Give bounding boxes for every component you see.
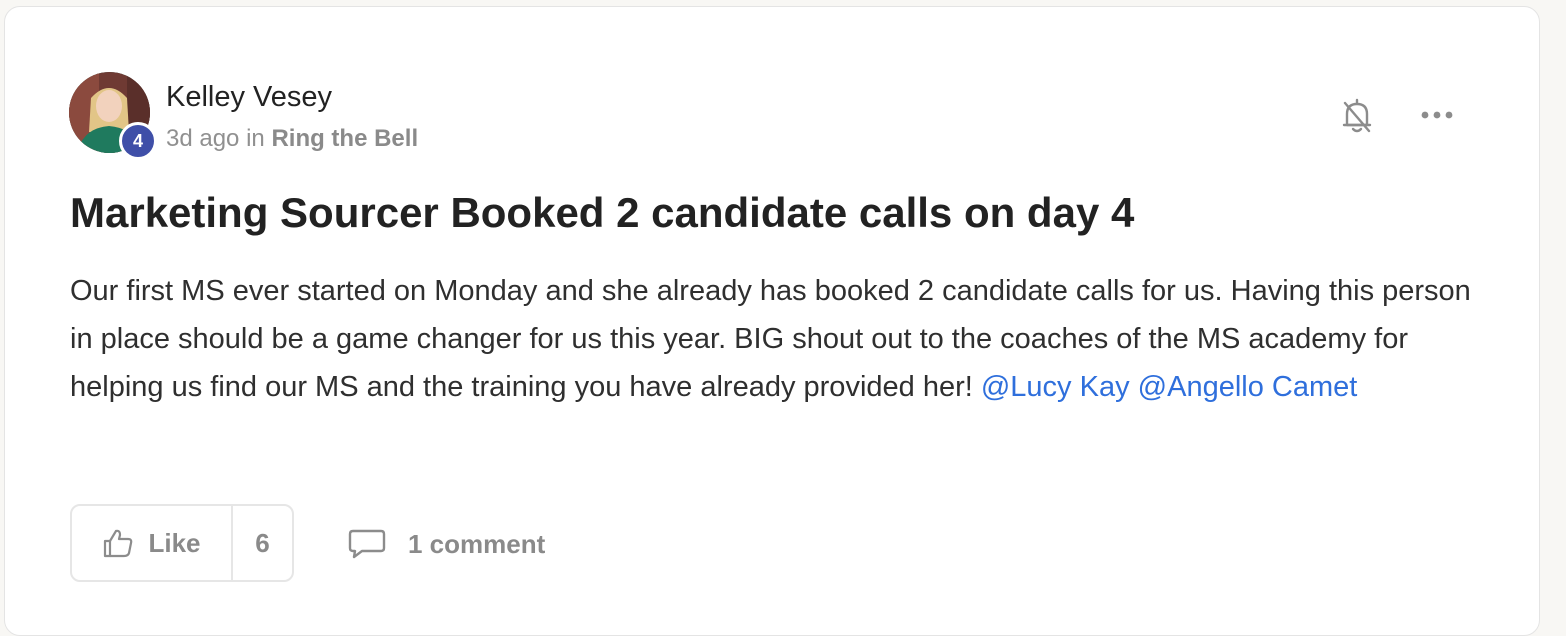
level-badge: 4 — [119, 122, 157, 160]
like-button[interactable]: Like — [72, 506, 233, 580]
comments-button[interactable]: 1 comment — [348, 524, 545, 564]
reaction-group: Like 6 — [70, 504, 294, 582]
post-card: 4 Kelley Vesey 3d ago in Ring the Bell M… — [4, 6, 1540, 636]
post-meta: 3d ago in Ring the Bell — [166, 125, 418, 153]
comment-count-label: 1 comment — [408, 528, 546, 559]
post-category-link[interactable]: Ring the Bell — [271, 125, 418, 152]
post-body: Our first MS ever started on Monday and … — [70, 267, 1490, 411]
like-label: Like — [148, 527, 201, 558]
post-timestamp[interactable]: 3d ago — [166, 125, 239, 152]
more-horizontal-icon — [1421, 111, 1453, 119]
thumbs-up-icon — [104, 529, 133, 558]
notifications-toggle-button[interactable] — [1339, 95, 1375, 137]
author-name[interactable]: Kelley Vesey — [166, 81, 332, 114]
more-options-button[interactable] — [1417, 105, 1457, 125]
mention-angello-camet[interactable]: @Angello Camet — [1138, 371, 1358, 403]
post-title[interactable]: Marketing Sourcer Booked 2 candidate cal… — [70, 189, 1134, 237]
like-count[interactable]: 6 — [233, 506, 292, 580]
mention-lucy-kay[interactable]: @Lucy Kay — [981, 371, 1130, 403]
post-meta-in: in — [246, 125, 265, 152]
comment-bubble-icon — [348, 529, 386, 559]
bell-off-icon — [1342, 98, 1372, 133]
